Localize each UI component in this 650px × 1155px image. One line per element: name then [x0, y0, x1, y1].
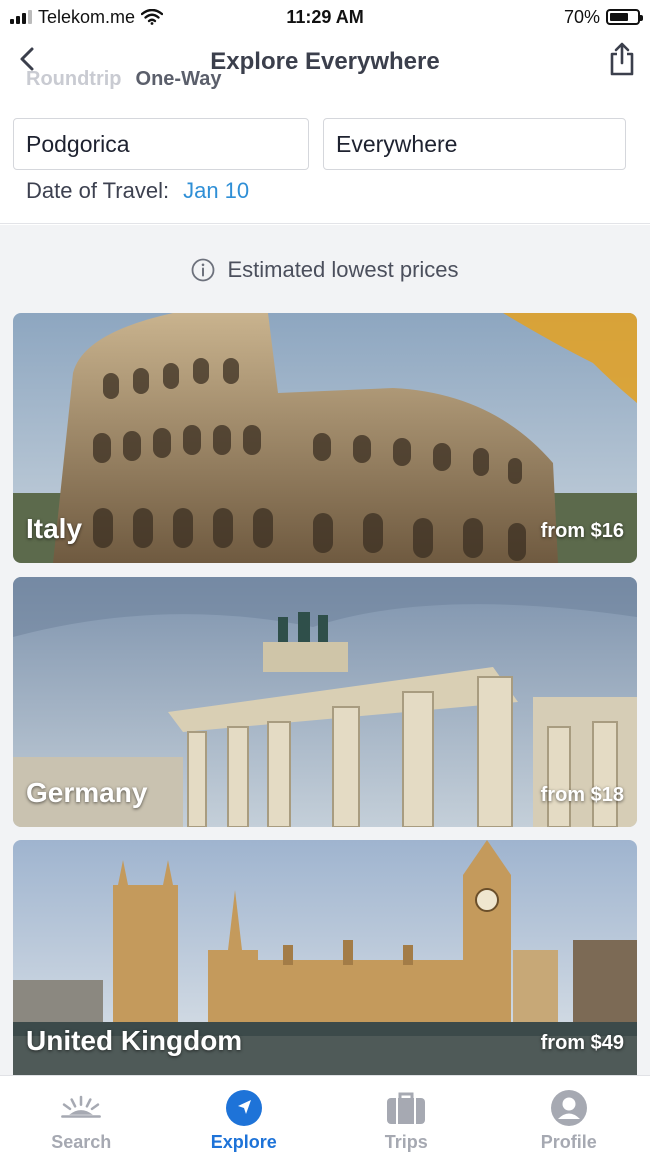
wifi-icon	[141, 9, 164, 25]
briefcase-icon	[384, 1088, 428, 1128]
origin-field[interactable]: Podgorica	[13, 118, 309, 170]
notice-text: Estimated lowest prices	[227, 257, 459, 282]
country-name: Germany	[26, 777, 148, 808]
sunrise-icon	[59, 1088, 103, 1128]
signal-icon	[10, 10, 32, 24]
destination-card-germany[interactable]: Germany from $18	[13, 577, 637, 827]
country-name: United Kingdom	[26, 1025, 243, 1056]
date-label: Date of Travel:	[26, 178, 170, 203]
tab-profile-label: Profile	[540, 1132, 597, 1152]
profile-icon	[547, 1088, 591, 1128]
destinations-list: Estimated lowest prices Italy from $16 G…	[0, 225, 650, 1075]
tab-trips[interactable]: Trips	[325, 1076, 488, 1155]
date-value-link[interactable]: Jan 10	[183, 178, 249, 204]
date-row: Date of Travel: Jan 10	[26, 178, 249, 204]
status-left: Telekom.me	[10, 6, 164, 28]
estimated-prices-notice: Estimated lowest prices	[0, 257, 650, 283]
tab-search[interactable]: Search	[0, 1076, 163, 1155]
compass-arrow-icon	[222, 1088, 266, 1128]
status-bar: Telekom.me 11:29 AM 70%	[0, 0, 650, 34]
country-name: Italy	[26, 513, 83, 544]
destination-card-united-kingdom[interactable]: United Kingdom from $49	[13, 840, 637, 1075]
tab-explore[interactable]: Explore	[163, 1076, 326, 1155]
destination-field[interactable]: Everywhere	[323, 118, 626, 170]
price-label: from $49	[540, 1032, 624, 1054]
bottom-tab-bar: Search Explore Trips Profile	[0, 1075, 650, 1155]
share-icon	[610, 42, 634, 76]
price-label: from $18	[540, 784, 624, 806]
battery-icon	[606, 9, 643, 25]
tab-trips-label: Trips	[384, 1132, 428, 1152]
page-title: Explore Everywhere	[210, 48, 440, 75]
status-right: 70%	[563, 6, 643, 28]
carrier-name: Telekom.me	[38, 6, 136, 27]
share-button[interactable]	[606, 40, 638, 78]
tab-profile[interactable]: Profile	[488, 1076, 650, 1155]
destination-card-italy[interactable]: Italy from $16	[13, 313, 637, 563]
tab-search-label: Search	[51, 1132, 112, 1152]
price-label: from $16	[540, 520, 624, 542]
search-panel: Podgorica Everywhere Date of Travel: Jan…	[0, 104, 650, 224]
info-icon[interactable]	[191, 258, 215, 282]
battery-fill	[610, 13, 629, 21]
header: Roundtrip One-Way Explore Everywhere	[0, 34, 650, 104]
tab-explore-label: Explore	[210, 1132, 277, 1152]
battery-percent: 70%	[563, 6, 600, 27]
